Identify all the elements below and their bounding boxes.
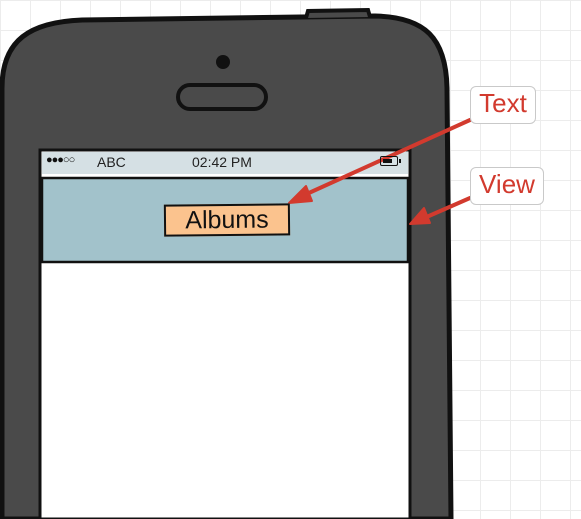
- view-annotation-label: View: [470, 167, 544, 205]
- status-bar: ●●●○○ ABC 02:42 PM: [42, 152, 408, 174]
- phone-mockup: [0, 7, 472, 519]
- wireframe-canvas: ●●●○○ ABC 02:42 PM Albums Text View: [0, 0, 581, 519]
- text-annotation-label: Text: [470, 86, 536, 124]
- nav-title: Albums: [163, 203, 291, 237]
- camera-dot: [216, 55, 230, 69]
- signal-strength-icon: ●●●○○: [46, 154, 75, 166]
- battery-icon: [380, 156, 401, 166]
- speaker-slot: [176, 83, 268, 111]
- power-button: [304, 7, 372, 19]
- carrier-name: ABC: [97, 154, 126, 170]
- status-time: 02:42 PM: [192, 154, 252, 170]
